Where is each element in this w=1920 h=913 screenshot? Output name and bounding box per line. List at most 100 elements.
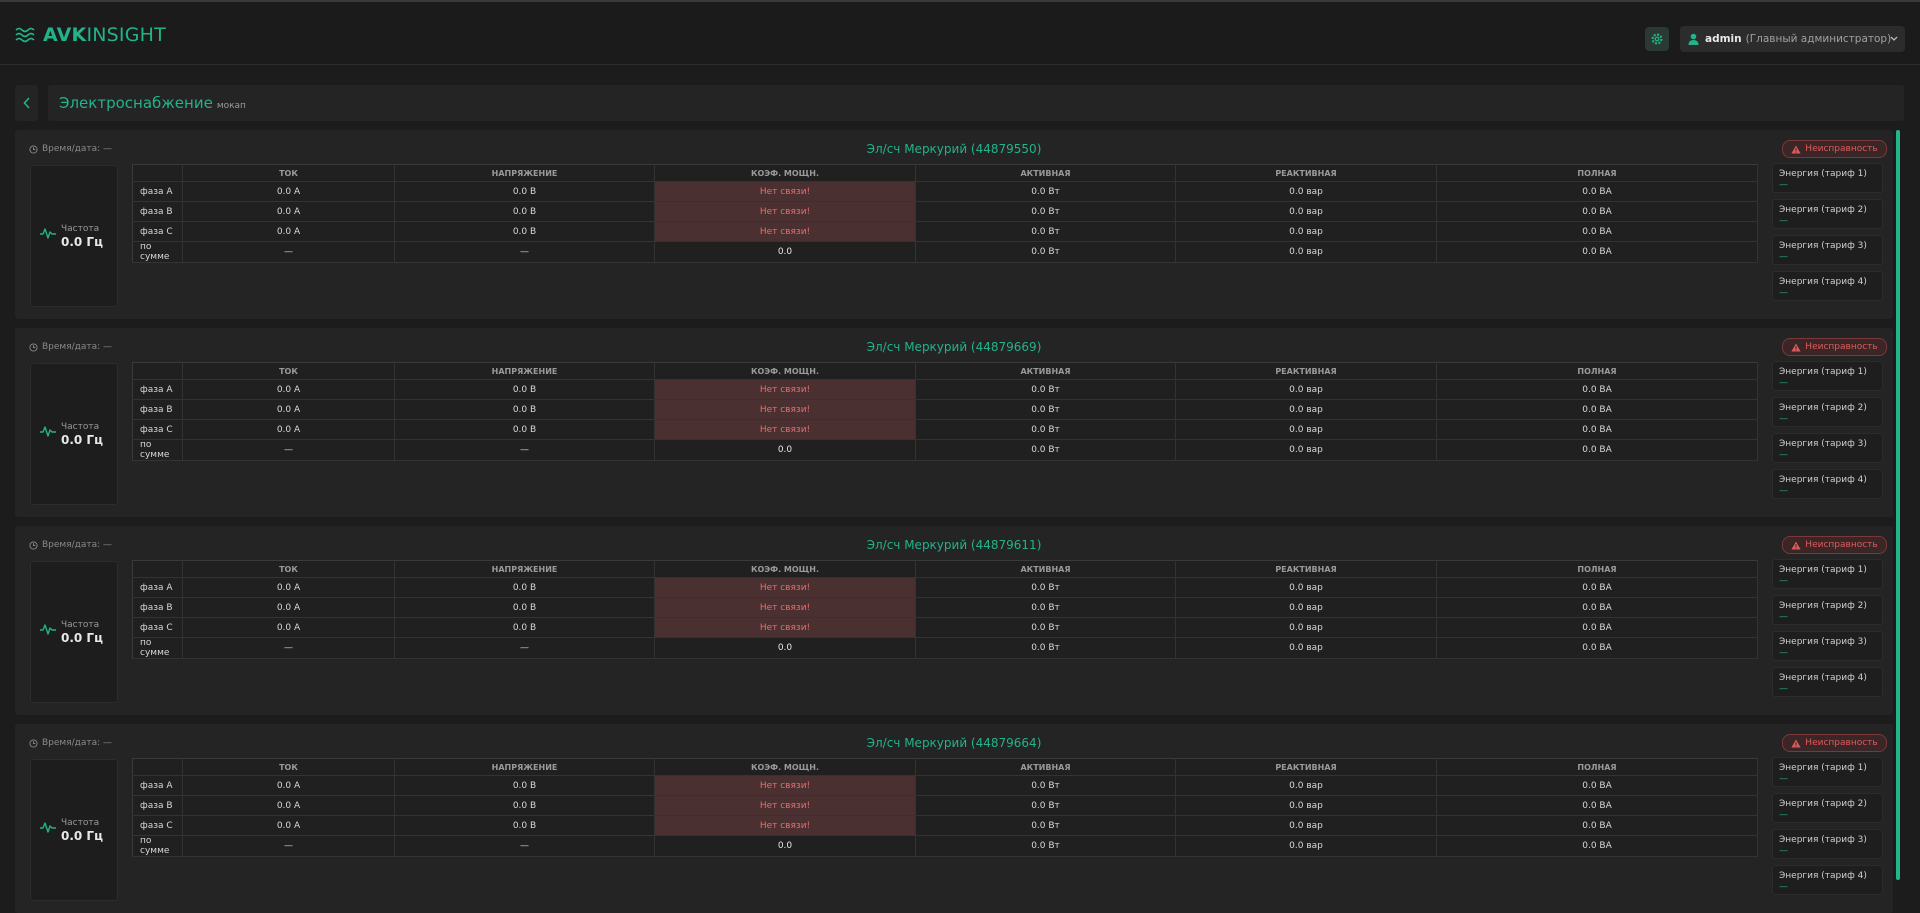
value-cell: 0.0 ВА — [1436, 775, 1758, 796]
fault-badge[interactable]: Неисправность — [1782, 536, 1887, 554]
energy-value: — — [1779, 648, 1788, 658]
value-cell: 0.0 А — [182, 617, 395, 638]
phase-cell: по сумме — [132, 835, 183, 857]
energy-tariff-card: Энергия (тариф 3) — — [1772, 235, 1883, 265]
value-cell: — — [182, 835, 395, 857]
energy-value: — — [1779, 450, 1788, 460]
frequency-label: Частота — [61, 224, 100, 234]
fault-label: Неисправность — [1805, 540, 1878, 550]
logo-text: AVKINSIGHT — [43, 24, 166, 46]
energy-list: Энергия (тариф 1) — Энергия (тариф 2) — Энер… — [1772, 559, 1885, 703]
table-header-cell: НАПРЯЖЕНИЕ — [394, 164, 655, 182]
energy-label: Энергия (тариф 3) — [1779, 637, 1867, 647]
energy-tariff-card: Энергия (тариф 1) — — [1772, 757, 1883, 787]
user-role: (Главный администратор) — [1745, 33, 1892, 45]
value-cell: 0.0 ВА — [1436, 399, 1758, 420]
energy-label: Энергия (тариф 3) — [1779, 241, 1867, 251]
energy-label: Энергия (тариф 4) — [1779, 673, 1867, 683]
value-cell: 0.0 Вт — [915, 439, 1176, 461]
table-row: фаза A 0.0 А 0.0 В Нет связи! 0.0 Вт 0.0 вар 0… — [132, 577, 1758, 598]
value-cell: 0.0 В — [394, 201, 655, 222]
pulse-icon — [40, 426, 56, 437]
user-menu-button[interactable]: admin (Главный администратор) — [1680, 26, 1905, 52]
value-cell: 0.0 вар — [1175, 795, 1437, 816]
table-row: фаза B 0.0 А 0.0 В Нет связи! 0.0 Вт 0.0 вар 0… — [132, 201, 1758, 222]
value-cell: 0.0 А — [182, 577, 395, 598]
energy-value: — — [1779, 486, 1788, 496]
value-cell: 0.0 Вт — [915, 597, 1176, 618]
table-header-cell: ТОК — [182, 758, 395, 776]
value-cell: — — [182, 439, 395, 461]
value-cell: 0.0 ВА — [1436, 577, 1758, 598]
value-cell: 0.0 вар — [1175, 835, 1437, 857]
energy-value: — — [1779, 846, 1788, 856]
phase-cell: фаза A — [132, 379, 183, 400]
value-cell: — — [394, 439, 655, 461]
value-cell: 0.0 А — [182, 775, 395, 796]
user-icon — [1688, 33, 1699, 45]
fault-badge[interactable]: Неисправность — [1782, 734, 1887, 752]
energy-label: Энергия (тариф 2) — [1779, 799, 1867, 809]
energy-value: — — [1779, 288, 1788, 298]
table-row: фаза C 0.0 А 0.0 В Нет связи! 0.0 Вт 0.0 вар 0… — [132, 221, 1758, 242]
back-button[interactable] — [15, 85, 38, 121]
scrollbar[interactable] — [1896, 130, 1900, 880]
energy-value: — — [1779, 414, 1788, 424]
value-cell: 0.0 — [654, 637, 916, 659]
energy-label: Энергия (тариф 1) — [1779, 763, 1867, 773]
value-cell: 0.0 — [654, 439, 916, 461]
table-header-cell: АКТИВНАЯ — [915, 758, 1176, 776]
app-logo[interactable]: AVKINSIGHT — [15, 24, 166, 46]
frequency-label: Частота — [61, 422, 100, 432]
value-cell: 0.0 Вт — [915, 221, 1176, 242]
value-cell: 0.0 Вт — [915, 241, 1176, 263]
no-connection-cell: Нет связи! — [654, 577, 916, 598]
gear-icon — [1651, 33, 1663, 45]
table-row: фаза C 0.0 А 0.0 В Нет связи! 0.0 Вт 0.0 вар 0… — [132, 815, 1758, 836]
frequency-label: Частота — [61, 620, 100, 630]
table-header-cell: КОЭФ. МОЩН. — [654, 758, 916, 776]
energy-label: Энергия (тариф 2) — [1779, 601, 1867, 611]
value-cell: 0.0 вар — [1175, 201, 1437, 222]
phase-cell: фаза C — [132, 419, 183, 440]
energy-tariff-card: Энергия (тариф 3) — — [1772, 433, 1883, 463]
value-cell: 0.0 Вт — [915, 577, 1176, 598]
energy-value: — — [1779, 810, 1788, 820]
fault-label: Неисправность — [1805, 342, 1878, 352]
settings-button[interactable] — [1645, 27, 1669, 51]
energy-tariff-card: Энергия (тариф 1) — — [1772, 163, 1883, 193]
table-row: фаза C 0.0 А 0.0 В Нет связи! 0.0 Вт 0.0 вар 0… — [132, 419, 1758, 440]
value-cell: 0.0 Вт — [915, 835, 1176, 857]
value-cell: 0.0 ВА — [1436, 617, 1758, 638]
value-cell: 0.0 ВА — [1436, 439, 1758, 461]
energy-value: — — [1779, 576, 1788, 586]
value-cell: 0.0 Вт — [915, 399, 1176, 420]
phase-cell: фаза B — [132, 795, 183, 816]
warning-icon — [1791, 343, 1801, 351]
phase-cell: фаза A — [132, 775, 183, 796]
fault-badge[interactable]: Неисправность — [1782, 338, 1887, 356]
table-header-cell: ТОК — [182, 164, 395, 182]
fault-badge[interactable]: Неисправность — [1782, 140, 1887, 158]
table-header-cell: РЕАКТИВНАЯ — [1175, 362, 1437, 380]
value-cell: 0.0 В — [394, 815, 655, 836]
frequency-panel: Частота 0.0 Гц — [30, 363, 118, 505]
fault-label: Неисправность — [1805, 144, 1878, 154]
value-cell: — — [182, 241, 395, 263]
table-row: фаза C 0.0 А 0.0 В Нет связи! 0.0 Вт 0.0 вар 0… — [132, 617, 1758, 638]
page-title-bar: Электроснабжение мокап — [48, 85, 1904, 121]
frequency-value: 0.0 Гц — [61, 829, 103, 843]
table-row: фаза B 0.0 А 0.0 В Нет связи! 0.0 Вт 0.0 вар 0… — [132, 795, 1758, 816]
no-connection-cell: Нет связи! — [654, 221, 916, 242]
no-connection-cell: Нет связи! — [654, 201, 916, 222]
chevron-down-icon — [1890, 36, 1898, 41]
frequency-value: 0.0 Гц — [61, 235, 103, 249]
table-header-cell: АКТИВНАЯ — [915, 164, 1176, 182]
energy-label: Энергия (тариф 4) — [1779, 277, 1867, 287]
value-cell: 0.0 ВА — [1436, 419, 1758, 440]
value-cell: 0.0 Вт — [915, 419, 1176, 440]
energy-label: Энергия (тариф 1) — [1779, 169, 1867, 179]
meter-card: Время/дата: — Эл/сч Меркурий (44879550) Не… — [15, 130, 1893, 319]
value-cell: 0.0 ВА — [1436, 241, 1758, 263]
table-header-cell: ПОЛНАЯ — [1436, 758, 1758, 776]
